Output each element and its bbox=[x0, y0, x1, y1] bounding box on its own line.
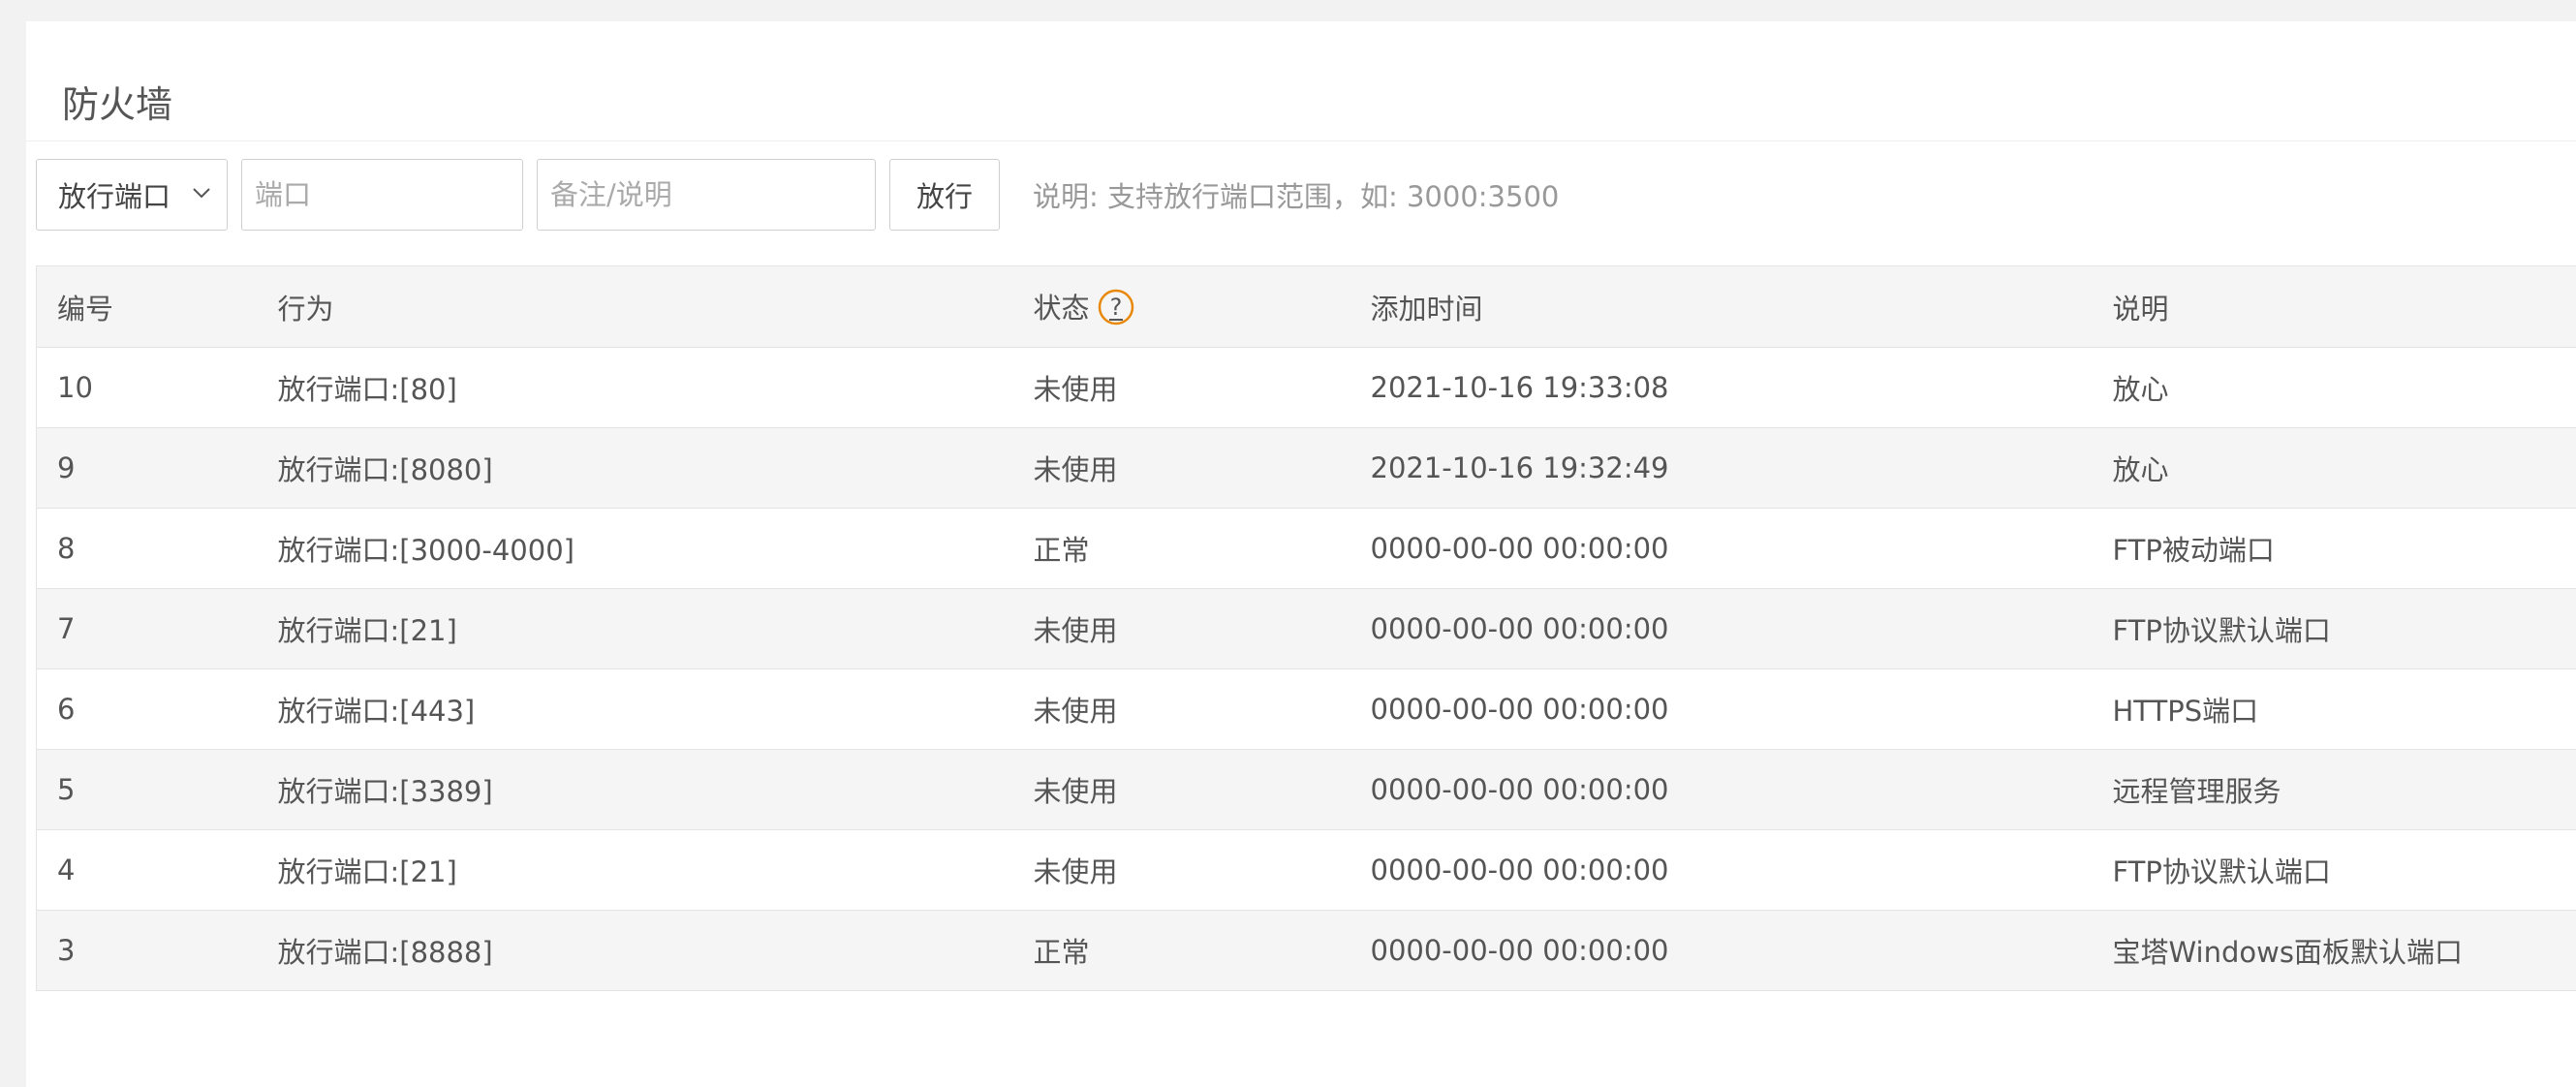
cell-time: 0000-00-00 00:00:00 bbox=[1350, 509, 2093, 589]
rule-type-select[interactable]: 放行端口 bbox=[36, 159, 228, 231]
table-header-row: 编号 行为 状态 ? 添加时间 说明 bbox=[37, 266, 2576, 348]
cell-time: 2021-10-16 19:32:49 bbox=[1350, 428, 2093, 509]
header-status: 状态 ? bbox=[1013, 266, 1350, 348]
cell-note: FTP协议默认端口 bbox=[2093, 830, 2576, 911]
cell-action: 放行端口:[80] bbox=[258, 348, 1013, 428]
cell-id: 4 bbox=[37, 830, 258, 911]
page-title: 防火墙 bbox=[62, 82, 172, 127]
cell-time: 0000-00-00 00:00:00 bbox=[1350, 589, 2093, 669]
cell-status: 正常 bbox=[1013, 509, 1350, 589]
header-id: 编号 bbox=[37, 266, 258, 348]
toolbar: 放行端口 放行 说明: 支持放行端口范围，如: 3000:3500 bbox=[36, 158, 1559, 232]
cell-action: 放行端口:[443] bbox=[258, 669, 1013, 750]
cell-status: 未使用 bbox=[1013, 669, 1350, 750]
allow-button[interactable]: 放行 bbox=[889, 159, 1000, 231]
cell-id: 10 bbox=[37, 348, 258, 428]
table-row[interactable]: 6放行端口:[443]未使用0000-00-00 00:00:00HTTPS端口 bbox=[37, 669, 2576, 750]
cell-id: 9 bbox=[37, 428, 258, 509]
cell-action: 放行端口:[8080] bbox=[258, 428, 1013, 509]
cell-note: FTP协议默认端口 bbox=[2093, 589, 2576, 669]
table-row[interactable]: 10放行端口:[80]未使用2021-10-16 19:33:08放心 bbox=[37, 348, 2576, 428]
table-row[interactable]: 4放行端口:[21]未使用0000-00-00 00:00:00FTP协议默认端… bbox=[37, 830, 2576, 911]
cell-id: 7 bbox=[37, 589, 258, 669]
cell-status: 未使用 bbox=[1013, 348, 1350, 428]
cell-note: 远程管理服务 bbox=[2093, 750, 2576, 830]
cell-action: 放行端口:[8888] bbox=[258, 911, 1013, 991]
rule-type-select-value: 放行端口 bbox=[58, 174, 171, 215]
header-status-label: 状态 bbox=[1034, 292, 1090, 325]
chevron-down-icon bbox=[190, 181, 213, 204]
cell-time: 0000-00-00 00:00:00 bbox=[1350, 669, 2093, 750]
svg-text:?: ? bbox=[1109, 294, 1122, 321]
cell-status: 正常 bbox=[1013, 911, 1350, 991]
cell-time: 0000-00-00 00:00:00 bbox=[1350, 911, 2093, 991]
hint-text: 说明: 支持放行端口范围，如: 3000:3500 bbox=[1033, 174, 1559, 215]
firewall-rules-table: 编号 行为 状态 ? 添加时间 说明 10放行端口:[80]未使用2021-10… bbox=[36, 265, 2576, 991]
cell-status: 未使用 bbox=[1013, 830, 1350, 911]
cell-id: 3 bbox=[37, 911, 258, 991]
cell-id: 5 bbox=[37, 750, 258, 830]
cell-id: 6 bbox=[37, 669, 258, 750]
cell-action: 放行端口:[3389] bbox=[258, 750, 1013, 830]
header-note: 说明 bbox=[2093, 266, 2576, 348]
cell-status: 未使用 bbox=[1013, 750, 1350, 830]
help-circle-icon[interactable]: ? bbox=[1098, 289, 1134, 326]
table-row[interactable]: 9放行端口:[8080]未使用2021-10-16 19:32:49放心 bbox=[37, 428, 2576, 509]
cell-action: 放行端口:[3000-4000] bbox=[258, 509, 1013, 589]
note-input[interactable] bbox=[537, 159, 876, 231]
table-row[interactable]: 7放行端口:[21]未使用0000-00-00 00:00:00FTP协议默认端… bbox=[37, 589, 2576, 669]
cell-id: 8 bbox=[37, 509, 258, 589]
cell-note: 宝塔Windows面板默认端口 bbox=[2093, 911, 2576, 991]
table-row[interactable]: 8放行端口:[3000-4000]正常0000-00-00 00:00:00FT… bbox=[37, 509, 2576, 589]
header-time: 添加时间 bbox=[1350, 266, 2093, 348]
cell-note: HTTPS端口 bbox=[2093, 669, 2576, 750]
table-row[interactable]: 5放行端口:[3389]未使用0000-00-00 00:00:00远程管理服务 bbox=[37, 750, 2576, 830]
cell-time: 0000-00-00 00:00:00 bbox=[1350, 830, 2093, 911]
cell-note: 放心 bbox=[2093, 428, 2576, 509]
cell-note: 放心 bbox=[2093, 348, 2576, 428]
cell-time: 2021-10-16 19:33:08 bbox=[1350, 348, 2093, 428]
header-action: 行为 bbox=[258, 266, 1013, 348]
cell-time: 0000-00-00 00:00:00 bbox=[1350, 750, 2093, 830]
port-input[interactable] bbox=[241, 159, 523, 231]
cell-status: 未使用 bbox=[1013, 589, 1350, 669]
cell-action: 放行端口:[21] bbox=[258, 589, 1013, 669]
panel-header: 防火墙 bbox=[26, 21, 2576, 141]
cell-status: 未使用 bbox=[1013, 428, 1350, 509]
table-row[interactable]: 3放行端口:[8888]正常0000-00-00 00:00:00宝塔Windo… bbox=[37, 911, 2576, 991]
cell-note: FTP被动端口 bbox=[2093, 509, 2576, 589]
cell-action: 放行端口:[21] bbox=[258, 830, 1013, 911]
